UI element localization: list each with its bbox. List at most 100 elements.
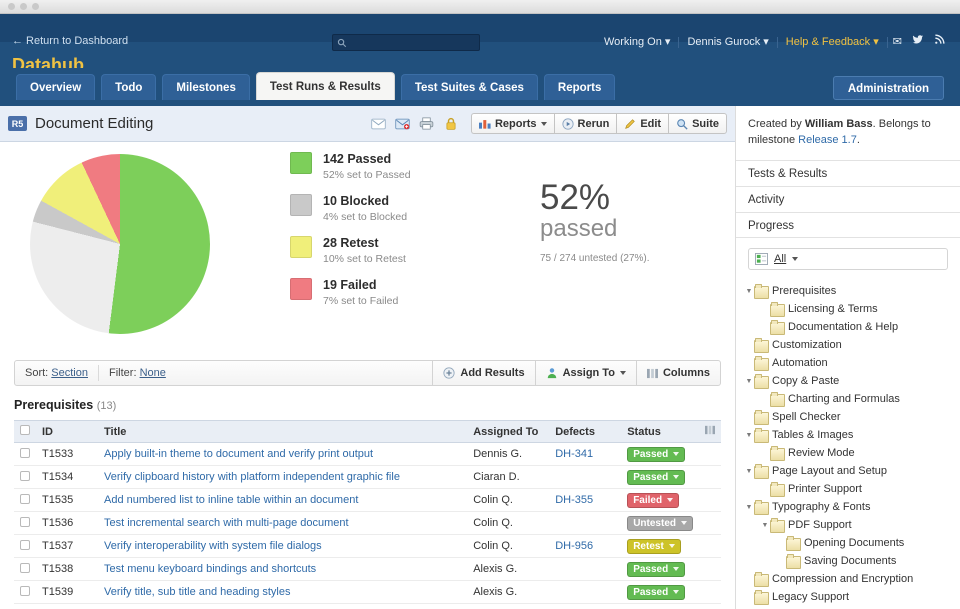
row-defect-link[interactable]: DH-341	[555, 448, 593, 460]
sidebar-filter-dropdown[interactable]: All	[748, 248, 948, 270]
tree-node[interactable]: Printer Support	[744, 480, 960, 498]
search-input[interactable]	[350, 37, 470, 48]
search-box[interactable]	[332, 34, 480, 51]
twitter-icon[interactable]	[907, 34, 929, 51]
sidebar-section-tests-results[interactable]: Tests & Results	[736, 160, 960, 186]
row-checkbox[interactable]	[20, 585, 30, 596]
table-row[interactable]: T1538 Test menu keyboard bindings and sho…	[14, 557, 721, 581]
tab-milestones[interactable]: Milestones	[162, 74, 250, 100]
row-title-link[interactable]: Add numbered list to inline table within…	[104, 494, 358, 506]
add-results-button[interactable]: Add Results	[432, 360, 534, 386]
row-checkbox[interactable]	[20, 447, 30, 458]
filter-value[interactable]: None	[140, 367, 166, 379]
columns-button[interactable]: Columns	[635, 360, 720, 386]
tab-reports[interactable]: Reports	[543, 74, 616, 100]
table-row[interactable]: T1536 Test incremental search with multi-…	[14, 511, 721, 535]
tab-test-suites-cases[interactable]: Test Suites & Cases	[400, 74, 538, 100]
tab-todo[interactable]: Todo	[101, 74, 157, 100]
table-row[interactable]: T1533 Apply built-in theme to document an…	[14, 442, 721, 466]
status-badge[interactable]: Passed	[627, 446, 686, 462]
row-checkbox[interactable]	[20, 562, 30, 573]
row-checkbox-cell[interactable]	[14, 465, 36, 489]
chevron-down-icon[interactable]: ▼	[744, 468, 754, 475]
sort-value[interactable]: Section	[51, 367, 88, 379]
tree-node[interactable]: Charting and Formulas	[744, 390, 960, 408]
column-assigned-to[interactable]: Assigned To	[467, 420, 550, 443]
table-row[interactable]: T1539 Verify title, sub title and heading…	[14, 580, 721, 604]
rerun-button[interactable]: Rerun	[553, 113, 617, 134]
select-all-checkbox[interactable]	[20, 425, 30, 435]
rss-icon[interactable]	[929, 34, 950, 51]
row-checkbox[interactable]	[20, 493, 30, 504]
return-to-dashboard-link[interactable]: ← Return to Dashboard	[12, 35, 128, 47]
row-checkbox[interactable]	[20, 539, 30, 550]
envelope-add-icon[interactable]	[393, 115, 413, 133]
status-badge[interactable]: Passed	[627, 469, 686, 485]
row-checkbox[interactable]	[20, 470, 30, 481]
sidebar-section-progress[interactable]: Progress	[736, 212, 960, 238]
tab-test-runs-results[interactable]: Test Runs & Results	[255, 72, 395, 100]
row-checkbox-cell[interactable]	[14, 534, 36, 558]
tree-node[interactable]: ▼ Page Layout and Setup	[744, 462, 960, 480]
tree-node[interactable]: Customization	[744, 336, 960, 354]
mail-icon[interactable]: ✉	[888, 34, 907, 51]
tree-node[interactable]: ▼ Tables & Images	[744, 426, 960, 444]
tree-node[interactable]: Legacy Support	[744, 588, 960, 606]
status-badge[interactable]: Retest	[627, 538, 681, 554]
tree-node[interactable]: ▼ Copy & Paste	[744, 372, 960, 390]
row-checkbox-cell[interactable]	[14, 557, 36, 581]
column-status[interactable]: Status	[621, 420, 699, 443]
tree-node[interactable]: Review Mode	[744, 444, 960, 462]
row-title-link[interactable]: Verify clipboard history with platform i…	[104, 471, 400, 483]
edit-button[interactable]: Edit	[616, 113, 669, 134]
row-title-link[interactable]: Test incremental search with multi-page …	[104, 517, 349, 529]
row-checkbox-cell[interactable]	[14, 442, 36, 466]
row-title-link[interactable]: Verify title, sub title and heading styl…	[104, 586, 291, 598]
tree-node[interactable]: Saving Documents	[744, 552, 960, 570]
chevron-down-icon[interactable]: ▼	[744, 288, 754, 295]
column-defects[interactable]: Defects	[549, 420, 622, 443]
row-defect-link[interactable]: DH-355	[555, 494, 593, 506]
window-minimize-button[interactable]	[20, 3, 27, 10]
envelope-icon[interactable]	[369, 115, 389, 133]
chevron-down-icon[interactable]: ▼	[744, 432, 754, 439]
reports-button[interactable]: Reports	[470, 113, 554, 134]
window-close-button[interactable]	[8, 3, 15, 10]
row-checkbox-cell[interactable]	[14, 511, 36, 535]
nav-user-menu[interactable]: Dennis Gurock ▾	[679, 34, 776, 51]
select-all-header[interactable]	[14, 420, 36, 443]
tree-node[interactable]: Documentation & Help	[744, 318, 960, 336]
table-row[interactable]: T1535 Add numbered list to inline table w…	[14, 488, 721, 512]
assign-to-button[interactable]: Assign To	[534, 360, 636, 386]
status-badge[interactable]: Untested	[627, 515, 693, 531]
administration-button[interactable]: Administration	[832, 76, 944, 100]
chevron-down-icon[interactable]: ▼	[744, 378, 754, 385]
tree-node[interactable]: Spell Checker	[744, 408, 960, 426]
row-defect-link[interactable]: DH-956	[555, 540, 593, 552]
nav-working-on[interactable]: Working On ▾	[596, 34, 678, 51]
tree-node[interactable]: Compression and Encryption	[744, 570, 960, 588]
row-checkbox-cell[interactable]	[14, 488, 36, 512]
printer-icon[interactable]	[417, 115, 437, 133]
status-badge[interactable]: Passed	[627, 561, 686, 577]
tab-overview[interactable]: Overview	[16, 74, 96, 100]
window-maximize-button[interactable]	[32, 3, 39, 10]
chevron-down-icon[interactable]: ▼	[744, 504, 754, 511]
tree-node[interactable]: Automation	[744, 354, 960, 372]
tree-node[interactable]: Opening Documents	[744, 534, 960, 552]
sidebar-section-activity[interactable]: Activity	[736, 186, 960, 212]
filter-control[interactable]: Filter: None	[109, 367, 166, 379]
sort-control[interactable]: Sort: Section	[25, 367, 88, 379]
column-options-icon[interactable]	[699, 420, 721, 443]
chevron-down-icon[interactable]: ▼	[760, 522, 770, 529]
nav-help-feedback[interactable]: Help & Feedback ▾	[778, 34, 887, 51]
tree-node[interactable]: ▼ Prerequisites	[744, 282, 960, 300]
row-title-link[interactable]: Verify interoperability with system file…	[104, 540, 322, 552]
tree-node[interactable]: ▼ PDF Support	[744, 516, 960, 534]
suite-button[interactable]: Suite	[668, 113, 727, 134]
row-title-link[interactable]: Apply built-in theme to document and ver…	[104, 448, 373, 460]
status-badge[interactable]: Failed	[627, 492, 680, 508]
milestone-link[interactable]: Release 1.7	[798, 134, 857, 146]
table-row[interactable]: T1537 Verify interoperability with system…	[14, 534, 721, 558]
lock-icon[interactable]	[441, 115, 461, 133]
